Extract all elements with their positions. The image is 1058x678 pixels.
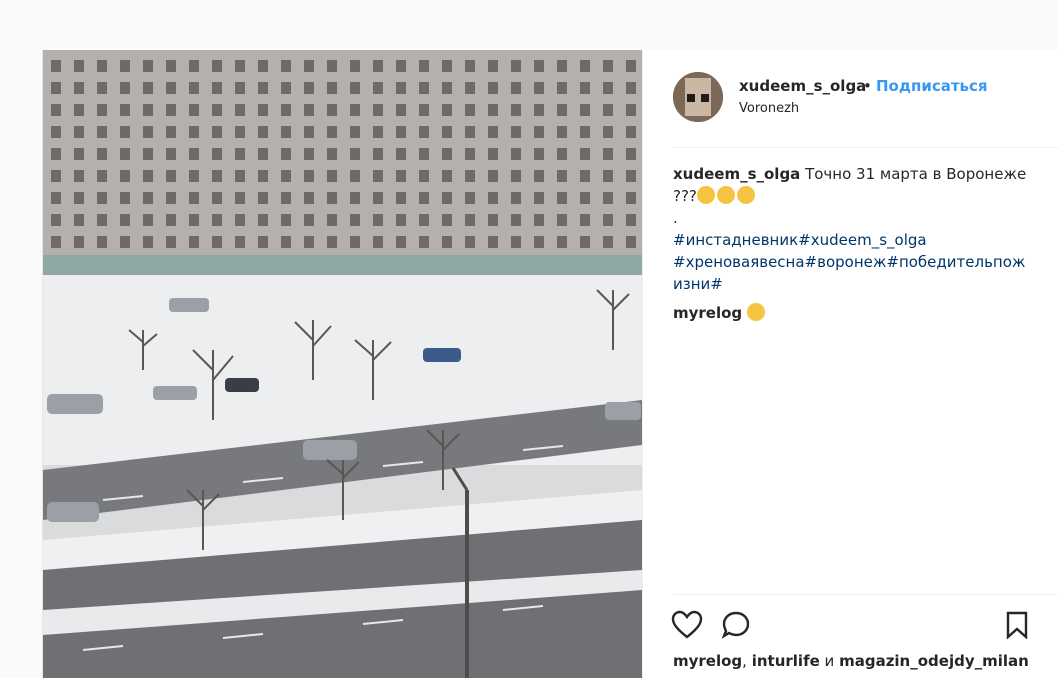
- caption-dot-line: .: [673, 209, 678, 227]
- hashtags-line1[interactable]: #инстадневник#xudeem_s_olga: [673, 229, 1033, 251]
- actions-divider: [673, 594, 1058, 595]
- grinning-sweat-emoji-icon: [747, 303, 766, 321]
- hashtags-line2[interactable]: #хреноваявесна#воронеж#победительпож: [673, 251, 1033, 273]
- post-header: xudeem_s_olga • Подписаться Voronezh: [643, 50, 1058, 148]
- caption-username[interactable]: xudeem_s_olga: [673, 165, 800, 183]
- liked-by-line: myrelog, inturlife и magazin_odejdy_mila…: [673, 652, 1029, 670]
- caption-text-line2: ???: [673, 187, 697, 205]
- comment-item: myrelog: [673, 303, 767, 322]
- liker-separator: ,: [742, 652, 752, 670]
- liker-username[interactable]: inturlife: [752, 652, 820, 670]
- liker-and: и: [819, 652, 840, 670]
- header-divider: [673, 147, 1058, 148]
- confused-face-emoji-icon: [716, 186, 735, 204]
- avatar[interactable]: [673, 72, 723, 122]
- follow-button[interactable]: Подписаться: [876, 77, 988, 95]
- hashtags-line3[interactable]: изни#: [673, 273, 1033, 295]
- heart-icon[interactable]: [671, 610, 703, 644]
- confused-face-emoji-icon: [736, 186, 755, 204]
- liker-username[interactable]: magazin_odejdy_milan: [839, 652, 1029, 670]
- post-caption: xudeem_s_olga Точно 31 марта в Воронеже …: [673, 163, 1033, 295]
- bookmark-icon[interactable]: [1005, 611, 1029, 643]
- comment-bubble-icon[interactable]: [721, 610, 751, 644]
- comment-username[interactable]: myrelog: [673, 304, 742, 322]
- post-photo[interactable]: [43, 50, 642, 678]
- liker-username[interactable]: myrelog: [673, 652, 742, 670]
- post-author-username[interactable]: xudeem_s_olga: [739, 77, 866, 95]
- caption-text: Точно 31 марта в Воронеже: [805, 165, 1027, 183]
- post-sidebar: xudeem_s_olga • Подписаться Voronezh xud…: [642, 50, 1058, 678]
- post-location[interactable]: Voronezh: [739, 101, 799, 116]
- confused-face-emoji-icon: [696, 186, 715, 204]
- post-container: xudeem_s_olga • Подписаться Voronezh xud…: [42, 50, 1058, 678]
- separator-dot: •: [863, 77, 872, 95]
- top-bar: [0, 0, 1058, 50]
